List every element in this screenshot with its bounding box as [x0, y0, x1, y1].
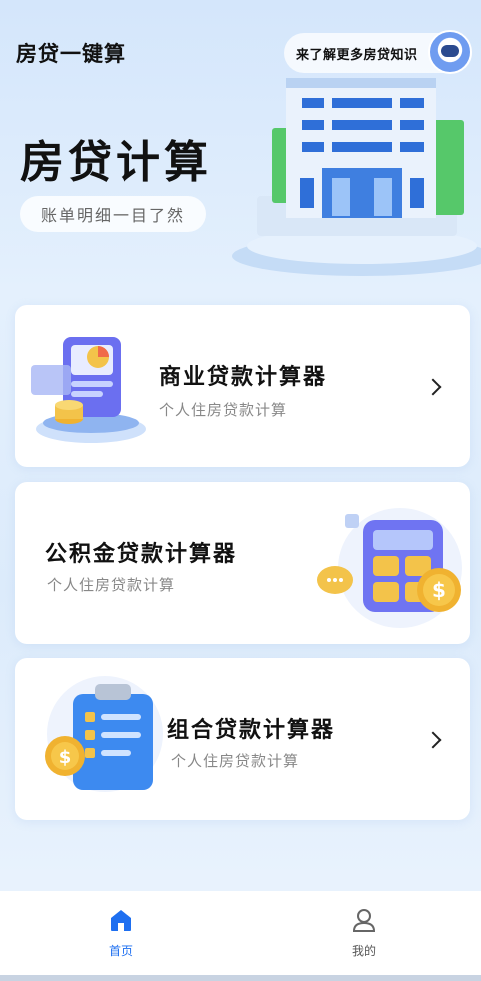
card-subtitle: 个人住房贷款计算: [159, 401, 288, 419]
learn-more-label: 来了解更多房贷知识: [296, 47, 418, 63]
chevron-right-icon: [424, 378, 442, 396]
provident-fund-loan-card[interactable]: 公积金贷款计算器 个人住房贷款计算 $: [15, 482, 470, 644]
card-title: 商业贷款计算器: [159, 364, 328, 390]
home-icon: [111, 910, 131, 931]
loan-document-illustration: [31, 337, 146, 443]
chevron-right-icon: [424, 731, 442, 749]
calculator-illustration: $: [317, 508, 462, 628]
app-title: 房贷一键算: [16, 41, 126, 66]
commercial-loan-card[interactable]: 商业贷款计算器 个人住房贷款计算: [15, 305, 470, 467]
card-title: 组合贷款计算器: [167, 717, 336, 743]
clipboard-illustration: $: [45, 676, 163, 792]
tab-mine[interactable]: 我的: [334, 907, 394, 959]
combined-loan-card[interactable]: $ 组合贷款计算器 个人住房贷款计算: [15, 658, 470, 820]
svg-text:$: $: [59, 747, 72, 768]
card-subtitle: 个人住房贷款计算: [47, 576, 176, 594]
svg-text:$: $: [432, 578, 446, 602]
card-title: 公积金贷款计算器: [45, 541, 238, 567]
subtitle-badge: 账单明细一目了然: [20, 196, 206, 232]
tab-mine-label: 我的: [351, 944, 376, 958]
tab-home-label: 首页: [108, 944, 133, 958]
subtitle-text: 账单明细一目了然: [40, 206, 185, 225]
system-home-indicator-bar: [0, 975, 481, 981]
card-subtitle: 个人住房贷款计算: [171, 752, 300, 770]
bottom-tab-bar: 首页 我的: [0, 891, 481, 981]
hero-title: 房贷计算: [20, 137, 212, 188]
person-icon: [352, 909, 376, 932]
building-illustration: [232, 78, 481, 276]
tab-home[interactable]: 首页: [91, 907, 151, 959]
header: 房贷一键算 来了解更多房贷知识 房贷计算 账单明细一目了然: [0, 0, 481, 290]
